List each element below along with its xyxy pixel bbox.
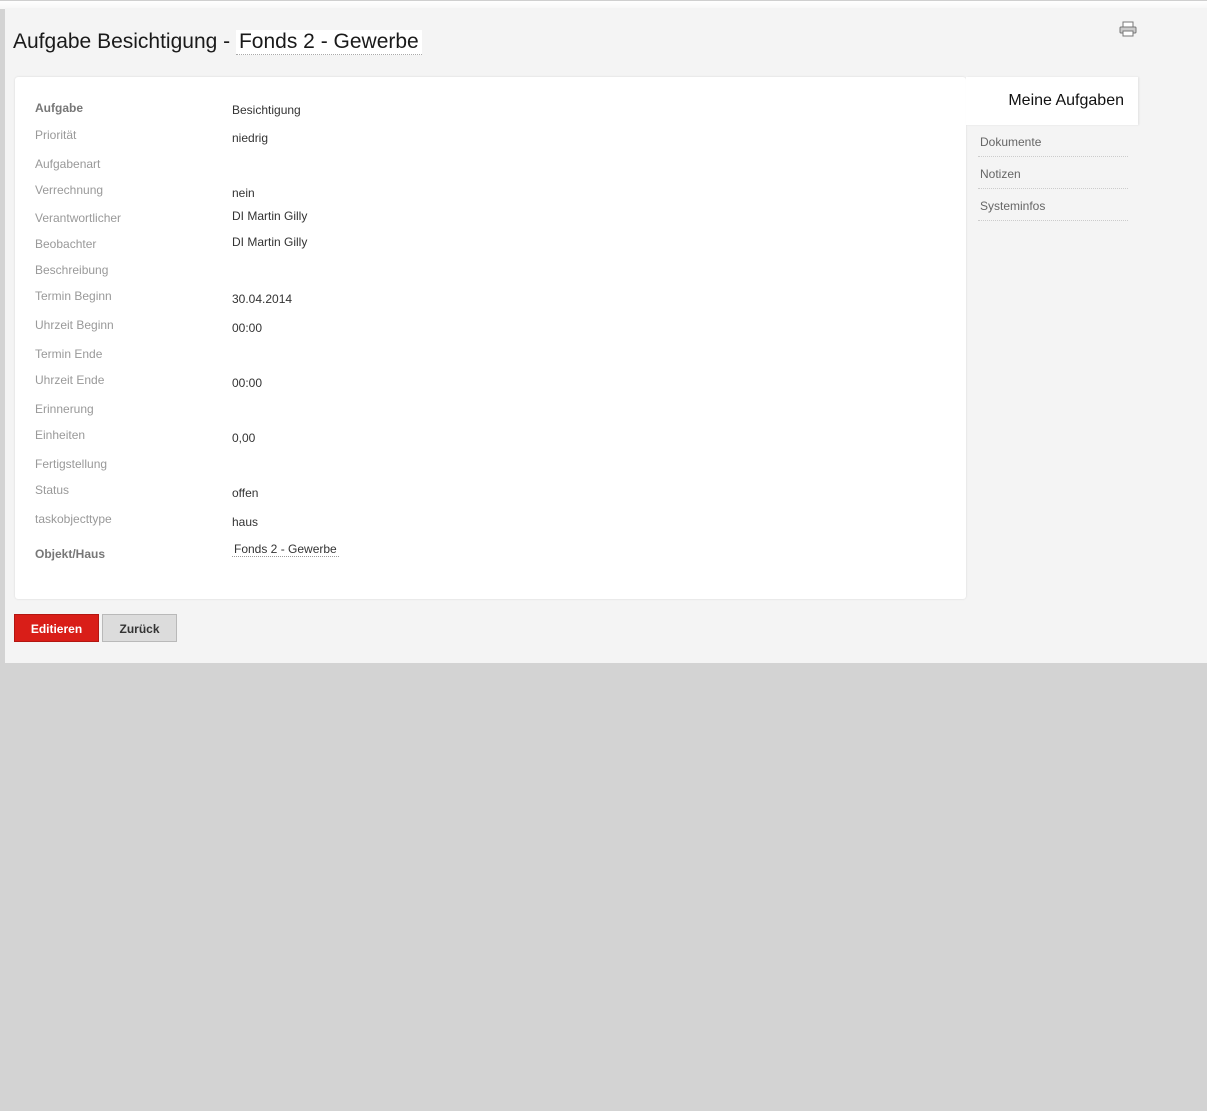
field-row-beobachter: Beobachter DI Martin Gilly (35, 235, 935, 257)
field-row-verantwortlicher: Verantwortlicher DI Martin Gilly (35, 209, 935, 231)
field-value: niedrig (232, 131, 269, 145)
field-label: Priorität (35, 128, 77, 142)
field-row-uhrzeit-beginn: Uhrzeit Beginn 00:00 (35, 318, 935, 338)
back-button[interactable]: Zurück (102, 614, 177, 642)
field-row-prioritaet: Priorität niedrig (35, 128, 935, 148)
printer-icon[interactable] (1119, 21, 1137, 37)
field-row-verrechnung: Verrechnung nein (35, 183, 935, 203)
field-label: Termin Beginn (35, 289, 112, 303)
field-row-taskobjecttype: taskobjecttype haus (35, 512, 935, 532)
sidebar-heading-meine-aufgaben[interactable]: Meine Aufgaben (966, 77, 1138, 125)
field-label: Erinnerung (35, 402, 94, 416)
field-label: Uhrzeit Beginn (35, 318, 114, 332)
field-row-status: Status offen (35, 483, 935, 503)
field-label: Objekt/Haus (35, 547, 106, 561)
field-row-einheiten: Einheiten 0,00 (35, 428, 935, 448)
field-value: 00:00 (232, 376, 263, 390)
task-details-card: Aufgabe Besichtigung Priorität niedrig A… (15, 77, 966, 599)
field-value: Besichtigung (232, 103, 301, 117)
field-value: 30.04.2014 (232, 292, 293, 306)
field-row-termin-beginn: Termin Beginn 30.04.2014 (35, 289, 935, 309)
sidebar-item-notizen[interactable]: Notizen (978, 157, 1128, 189)
field-value: nein (232, 186, 255, 200)
field-value: 0,00 (232, 431, 256, 445)
page-title-object-link[interactable]: Fonds 2 - Gewerbe (235, 30, 422, 55)
field-value: offen (232, 486, 259, 500)
field-label: Termin Ende (35, 347, 103, 361)
sidebar: Meine Aufgaben Dokumente Notizen Systemi… (966, 77, 1138, 221)
field-label: Aufgabenart (35, 157, 101, 171)
field-row-aufgabenart: Aufgabenart (35, 157, 935, 177)
field-row-aufgabe: Aufgabe Besichtigung (35, 101, 935, 121)
field-row-uhrzeit-ende: Uhrzeit Ende 00:00 (35, 373, 935, 393)
field-label: Verantwortlicher (35, 211, 122, 225)
edit-button[interactable]: Editieren (14, 614, 99, 642)
field-value: DI Martin Gilly (232, 235, 308, 249)
page-title-prefix: Aufgabe Besichtigung - (13, 30, 236, 53)
page-panel: Aufgabe Besichtigung - Fonds 2 - Gewerbe… (5, 8, 1207, 663)
field-value: DI Martin Gilly (232, 209, 308, 223)
field-value: 00:00 (232, 321, 263, 335)
field-row-fertigstellung: Fertigstellung (35, 457, 935, 477)
field-row-objekt-haus: Objekt/Haus Fonds 2 - Gewerbe (35, 542, 935, 567)
field-label: Beschreibung (35, 263, 109, 277)
field-label: taskobjecttype (35, 512, 112, 526)
field-row-termin-ende: Termin Ende (35, 347, 935, 367)
field-value: haus (232, 515, 259, 529)
field-label: Verrechnung (35, 183, 104, 197)
field-row-beschreibung: Beschreibung (35, 263, 935, 283)
field-label: Fertigstellung (35, 457, 108, 471)
field-row-erinnerung: Erinnerung (35, 402, 935, 422)
sidebar-item-dokumente[interactable]: Dokumente (978, 125, 1128, 157)
sidebar-item-systeminfos[interactable]: Systeminfos (978, 189, 1128, 221)
field-label: Status (35, 483, 70, 497)
object-link[interactable]: Fonds 2 - Gewerbe (232, 542, 339, 557)
field-label: Beobachter (35, 237, 97, 251)
field-label: Aufgabe (35, 101, 83, 115)
field-label: Uhrzeit Ende (35, 373, 105, 387)
page-title: Aufgabe Besichtigung - Fonds 2 - Gewerbe (13, 30, 422, 55)
field-label: Einheiten (35, 428, 86, 442)
